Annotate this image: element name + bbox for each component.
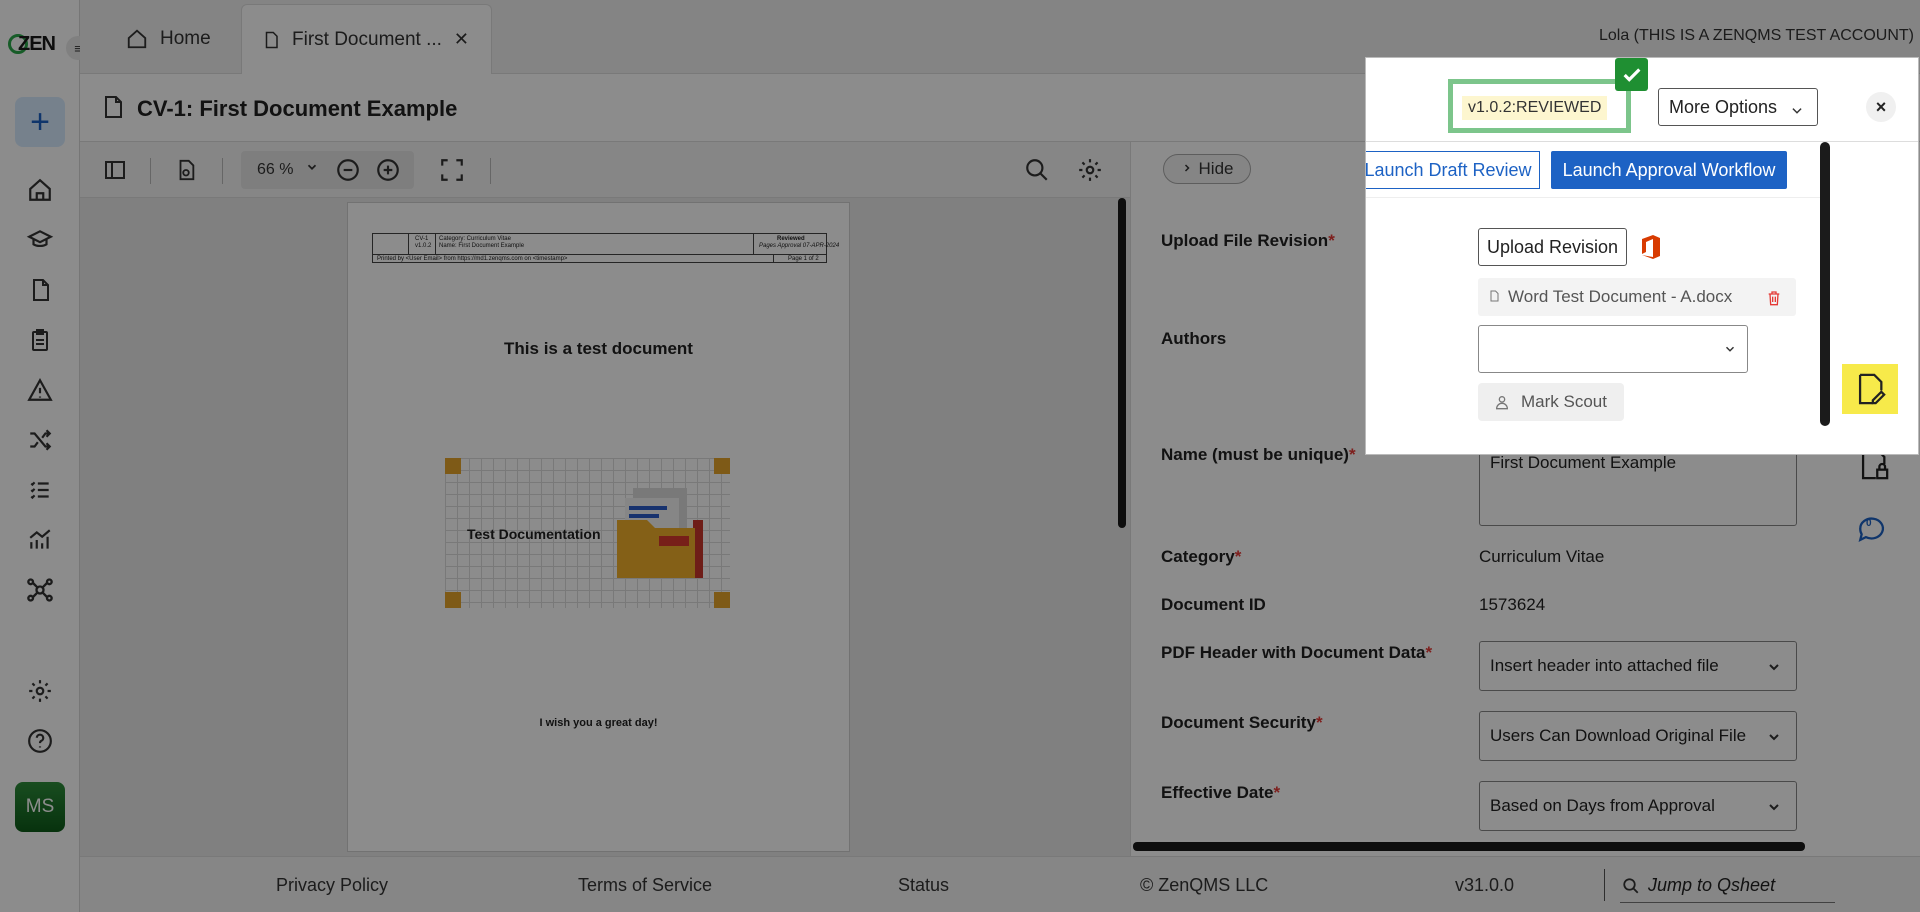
launch-draft-review-button[interactable]: Launch Draft Review bbox=[1366, 151, 1540, 189]
copyright-text: © ZenQMS LLC bbox=[1140, 875, 1269, 895]
search-icon bbox=[1622, 877, 1640, 900]
document-edit-icon[interactable] bbox=[1842, 364, 1898, 414]
home-icon bbox=[126, 28, 148, 50]
document-viewer[interactable]: CV-1 v1.0.2 Category: Curriculum Vitae N… bbox=[80, 198, 1130, 856]
upload-revision-button[interactable]: Upload Revision bbox=[1478, 228, 1627, 266]
sidebar-toggle-icon[interactable] bbox=[99, 154, 131, 186]
close-panel-button[interactable]: × bbox=[1866, 92, 1896, 122]
zoom-in-icon[interactable] bbox=[375, 157, 401, 188]
document-page: CV-1 v1.0.2 Category: Curriculum Vitae N… bbox=[347, 202, 850, 852]
user-name[interactable]: Lola (THIS IS A ZENQMS TEST ACCOUNT) bbox=[1599, 27, 1914, 45]
terms-of-service-link[interactable]: Terms of Service bbox=[578, 875, 712, 896]
tab-document[interactable]: First Document ... ✕ bbox=[241, 4, 492, 74]
document-id-value: 1573624 bbox=[1479, 595, 1546, 614]
pdf-header-label: PDF Header with Document Data* bbox=[1161, 643, 1433, 662]
security-select[interactable]: Users Can Download Original File bbox=[1479, 711, 1797, 761]
zen-logo[interactable]: ZEN bbox=[8, 28, 56, 60]
left-rail: ZEN ≡ + MS bbox=[0, 0, 90, 912]
folder-icon bbox=[617, 488, 703, 578]
help-icon[interactable] bbox=[24, 725, 56, 757]
tab-document-label: First Document ... bbox=[292, 28, 442, 50]
footer: Privacy Policy Terms of Service Status ©… bbox=[80, 856, 1920, 912]
document-icon bbox=[101, 92, 125, 127]
fullscreen-icon[interactable] bbox=[436, 154, 468, 186]
office-icon[interactable] bbox=[1640, 234, 1662, 265]
chevron-down-icon bbox=[1766, 659, 1782, 680]
category-label: Category* bbox=[1161, 547, 1242, 566]
page-title: CV-1: First Document Example bbox=[137, 96, 458, 121]
horizontal-scrollbar[interactable] bbox=[1133, 842, 1805, 851]
name-label: Name (must be unique)* bbox=[1161, 445, 1356, 464]
jump-to-qsheet-input[interactable]: Jump to Qsheet bbox=[1620, 867, 1835, 903]
file-icon bbox=[1488, 288, 1500, 309]
user-icon bbox=[1494, 393, 1510, 416]
pdf-header-select[interactable]: Insert header into attached file bbox=[1479, 641, 1797, 691]
page-footer-text: I wish you a great day! bbox=[539, 717, 658, 729]
close-tab-icon[interactable]: ✕ bbox=[454, 29, 469, 50]
zoom-out-icon[interactable] bbox=[335, 157, 361, 188]
name-field[interactable]: First Document Example bbox=[1479, 442, 1797, 526]
tab-home-label: Home bbox=[160, 28, 211, 49]
tab-home[interactable]: Home bbox=[126, 4, 211, 74]
viewer-toolbar: 66 % bbox=[80, 142, 1130, 198]
viewer-scrollbar[interactable] bbox=[1118, 198, 1126, 528]
document-id-label: Document ID bbox=[1161, 595, 1266, 614]
illustration-label: Test Documentation bbox=[467, 526, 601, 542]
home-icon[interactable] bbox=[24, 174, 56, 206]
analytics-icon[interactable] bbox=[24, 524, 56, 556]
chevron-down-icon bbox=[1723, 342, 1737, 361]
user-avatar[interactable]: MS bbox=[15, 782, 65, 832]
viewer-settings-icon[interactable] bbox=[1074, 154, 1106, 186]
version-text: v31.0.0 bbox=[1455, 875, 1515, 895]
comments-count: 0 bbox=[1866, 518, 1872, 529]
hide-label: Hide bbox=[1198, 159, 1234, 178]
authors-select[interactable] bbox=[1478, 325, 1748, 373]
document-icon bbox=[262, 29, 280, 51]
author-chip[interactable]: Mark Scout bbox=[1478, 383, 1624, 421]
warning-icon[interactable] bbox=[24, 374, 56, 406]
chevron-right-icon bbox=[1181, 159, 1193, 179]
chevron-down-icon bbox=[1766, 729, 1782, 750]
training-icon[interactable] bbox=[24, 224, 56, 256]
attached-file[interactable]: Word Test Document - A.docx bbox=[1478, 278, 1796, 316]
chevron-down-icon bbox=[1766, 799, 1782, 820]
chevron-down-icon bbox=[1789, 102, 1805, 123]
privacy-policy-link[interactable]: Privacy Policy bbox=[276, 875, 388, 896]
page-heading: This is a test document bbox=[504, 339, 693, 358]
comments-icon[interactable] bbox=[1855, 512, 1891, 548]
chevron-down-icon[interactable] bbox=[305, 160, 319, 179]
document-header-table: CV-1 v1.0.2 Category: Curriculum Vitae N… bbox=[372, 233, 839, 263]
zoom-value[interactable]: 66 % bbox=[257, 161, 293, 179]
test-documentation-illustration: Test Documentation bbox=[445, 458, 730, 608]
upload-file-label: Upload File Revision* bbox=[1161, 231, 1335, 250]
hide-panel-button[interactable]: Hide bbox=[1163, 154, 1251, 184]
effective-date-select[interactable]: Based on Days from Approval bbox=[1479, 781, 1797, 831]
network-icon[interactable] bbox=[24, 574, 56, 606]
settings-icon[interactable] bbox=[24, 675, 56, 707]
launch-approval-workflow-button[interactable]: Launch Approval Workflow bbox=[1551, 151, 1787, 189]
more-options-button[interactable]: More Options bbox=[1658, 88, 1818, 126]
category-value: Curriculum Vitae bbox=[1479, 547, 1605, 566]
documents-icon[interactable] bbox=[24, 274, 56, 306]
authors-label: Authors bbox=[1161, 329, 1227, 348]
logo-text: ZEN bbox=[18, 32, 56, 55]
create-new-button[interactable]: + bbox=[15, 97, 65, 147]
version-status-badge[interactable]: v1.0.2:REVIEWED bbox=[1448, 79, 1631, 133]
checklist-icon[interactable] bbox=[24, 324, 56, 356]
status-link[interactable]: Status bbox=[898, 875, 949, 896]
check-icon bbox=[1615, 58, 1648, 91]
panel-scrollbar[interactable] bbox=[1820, 142, 1830, 426]
document-properties-icon[interactable] bbox=[170, 154, 202, 186]
list-icon[interactable] bbox=[24, 474, 56, 506]
search-icon[interactable] bbox=[1021, 154, 1053, 186]
spotlight-region: v1.0.2:REVIEWED More Options × Launch Dr… bbox=[1366, 58, 1918, 454]
effective-date-label: Effective Date* bbox=[1161, 783, 1281, 802]
shuffle-icon[interactable] bbox=[24, 424, 56, 456]
delete-file-icon[interactable] bbox=[1766, 289, 1782, 312]
security-label: Document Security* bbox=[1161, 713, 1323, 732]
zoom-control: 66 % bbox=[241, 151, 414, 189]
